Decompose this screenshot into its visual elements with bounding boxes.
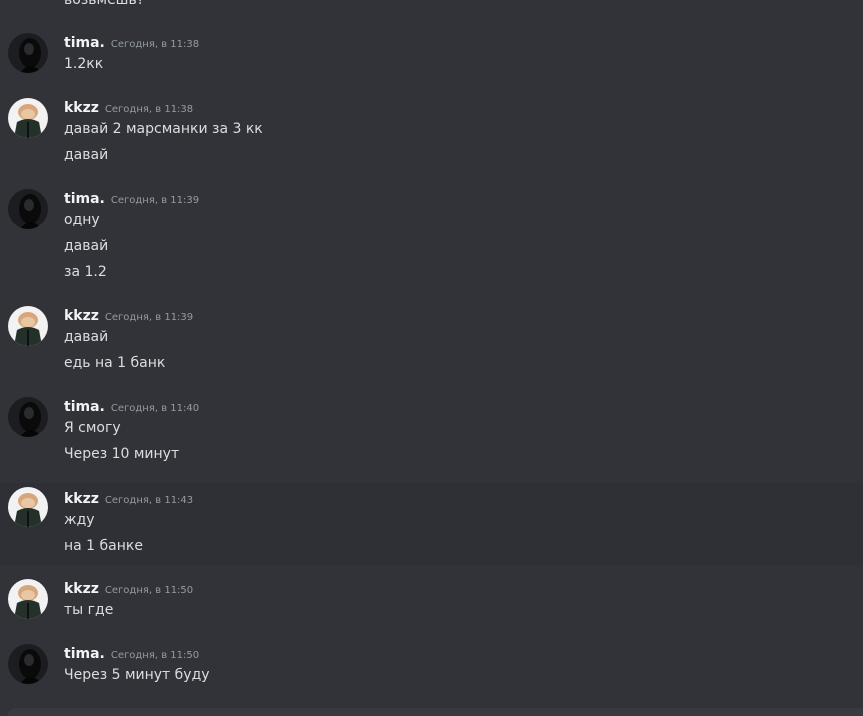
message-text: Я смогу — [64, 420, 121, 436]
username[interactable]: tima. — [64, 399, 105, 415]
message-group: kkzz Сегодня, в 11:50 ты где — [0, 578, 863, 624]
kkzz-avatar-icon[interactable] — [8, 487, 48, 527]
message-header: kkzz Сегодня, в 11:43 — [64, 488, 194, 507]
timestamp: Сегодня, в 11:40 — [110, 403, 200, 414]
message-group: tima. Сегодня, в 11:50 Через 5 минут буду — [0, 643, 863, 689]
message-header: tima. Сегодня, в 11:40 — [64, 396, 200, 415]
message-header: tima. Сегодня, в 11:50 — [64, 643, 200, 662]
timestamp: Сегодня, в 11:39 — [104, 312, 194, 323]
timestamp: Сегодня, в 11:38 — [110, 39, 200, 50]
message-text: на 1 банке — [64, 538, 143, 554]
message-group: tima. Сегодня, в 11:38 1.2кк — [0, 32, 863, 78]
message-group-hovered[interactable]: kkzz Сегодня, в 11:43 жду на 1 банке — [0, 483, 863, 565]
tima-avatar-icon[interactable] — [8, 644, 48, 684]
message-header: kkzz Сегодня, в 11:50 — [64, 578, 194, 597]
username[interactable]: tima. — [64, 646, 105, 662]
message-header: tima. Сегодня, в 11:39 — [64, 188, 200, 207]
username[interactable]: kkzz — [64, 581, 99, 597]
username[interactable]: tima. — [64, 191, 105, 207]
message-group: tima. Сегодня, в 11:39 одну давай за 1.2 — [0, 188, 863, 286]
message-text: жду — [64, 512, 95, 528]
message-group: kkzz Сегодня, в 11:39 давай едь на 1 банк — [0, 305, 863, 377]
tima-avatar-icon[interactable] — [8, 33, 48, 73]
kkzz-avatar-icon[interactable] — [8, 98, 48, 138]
message-text: возьмешь? — [64, 0, 145, 8]
username[interactable]: tima. — [64, 35, 105, 51]
timestamp: Сегодня, в 11:39 — [110, 195, 200, 206]
message-group: kkzz Сегодня, в 11:38 давай 2 марсманки з… — [0, 97, 863, 169]
message-text: давай — [64, 238, 109, 254]
message-text: Через 10 минут — [64, 446, 180, 462]
username[interactable]: kkzz — [64, 100, 99, 116]
message-text: давай 2 марсманки за 3 кк — [64, 121, 263, 137]
message-text: едь на 1 банк — [64, 355, 166, 371]
message-header: tima. Сегодня, в 11:38 — [64, 32, 200, 51]
message-text: ты где — [64, 602, 114, 618]
kkzz-avatar-icon[interactable] — [8, 579, 48, 619]
message-group: tima. Сегодня, в 11:40 Я смогу Через 10 м… — [0, 396, 863, 468]
tima-avatar-icon[interactable] — [8, 189, 48, 229]
tima-avatar-icon[interactable] — [8, 397, 48, 437]
timestamp: Сегодня, в 11:38 — [104, 104, 194, 115]
message-text: давай — [64, 147, 109, 163]
timestamp: Сегодня, в 11:50 — [110, 650, 200, 661]
message-text: одну — [64, 212, 100, 228]
message-text: давай — [64, 329, 109, 345]
message-composer[interactable] — [8, 708, 863, 716]
username[interactable]: kkzz — [64, 491, 99, 507]
message-text: за 1.2 — [64, 264, 107, 280]
kkzz-avatar-icon[interactable] — [8, 306, 48, 346]
message-text: Через 5 минут буду — [64, 667, 210, 683]
timestamp: Сегодня, в 11:43 — [104, 495, 194, 506]
chat-messages-area[interactable]: возьмешь? tima. Сегодня, в 11:38 1.2кк k… — [0, 0, 863, 716]
message-header: kkzz Сегодня, в 11:38 — [64, 97, 194, 116]
username[interactable]: kkzz — [64, 308, 99, 324]
timestamp: Сегодня, в 11:50 — [104, 585, 194, 596]
message-header: kkzz Сегодня, в 11:39 — [64, 305, 194, 324]
message-text: 1.2кк — [64, 56, 104, 72]
